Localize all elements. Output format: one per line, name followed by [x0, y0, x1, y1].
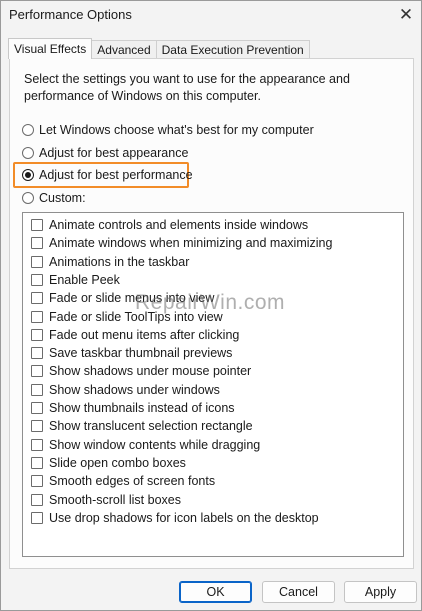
effect-label: Show shadows under windows — [49, 382, 220, 397]
effect-label: Show translucent selection rectangle — [49, 419, 253, 434]
effect-item[interactable]: Animate windows when minimizing and maxi… — [31, 234, 332, 252]
checkbox[interactable] — [31, 475, 43, 488]
effect-item[interactable]: Show window contents while dragging — [31, 436, 260, 454]
effect-label: Show window contents while dragging — [49, 437, 261, 452]
effect-label: Animate controls and elements inside win… — [49, 218, 309, 232]
tab-strip: Visual Effects Advanced Data Execution P… — [8, 38, 310, 59]
checkbox[interactable] — [31, 237, 43, 250]
radio-button-selected[interactable] — [22, 169, 34, 181]
checkbox[interactable] — [31, 347, 43, 360]
effect-item[interactable]: Animate controls and elements inside win… — [31, 216, 308, 234]
ok-button[interactable]: OK — [179, 581, 252, 603]
effect-item[interactable]: Show shadows under mouse pointer — [31, 362, 251, 380]
close-icon: ✕ — [398, 5, 414, 24]
effect-label: Show thumbnails instead of icons — [49, 401, 235, 415]
effect-item[interactable]: Use drop shadows for icon labels on the … — [31, 509, 319, 527]
window-title: Performance Options — [9, 7, 132, 22]
checkbox[interactable] — [31, 511, 43, 524]
radio-custom[interactable]: Custom: — [22, 189, 86, 207]
radio-button[interactable] — [22, 124, 34, 136]
effect-item[interactable]: Animations in the taskbar — [31, 253, 189, 271]
radio-let-windows-choose[interactable]: Let Windows choose what's best for my co… — [22, 121, 314, 139]
checkbox[interactable] — [31, 219, 43, 231]
effect-label: Smooth-scroll list boxes — [49, 492, 181, 507]
effect-item[interactable]: Slide open combo boxes — [31, 454, 186, 472]
radio-label: Let Windows choose what's best for my co… — [39, 123, 314, 137]
effect-item[interactable]: Show translucent selection rectangle — [31, 417, 253, 435]
radio-label: Custom: — [39, 191, 86, 205]
effect-label: Enable Peek — [49, 272, 120, 287]
effect-label: Save taskbar thumbnail previews — [49, 346, 233, 361]
effect-label: Fade or slide ToolTips into view — [49, 309, 223, 324]
effect-item[interactable]: Fade or slide ToolTips into view — [31, 308, 223, 326]
effect-item[interactable]: Fade or slide menus into view — [31, 289, 214, 307]
close-button[interactable]: ✕ — [391, 1, 421, 29]
tab-data-execution-prevention[interactable]: Data Execution Prevention — [155, 40, 310, 59]
cancel-button[interactable]: Cancel — [262, 581, 335, 603]
performance-options-window: Performance Options ✕ Visual Effects Adv… — [0, 0, 422, 611]
effect-label: Animate windows when minimizing and maxi… — [49, 236, 333, 251]
checkbox[interactable] — [31, 402, 43, 414]
effect-item[interactable]: Enable Peek — [31, 271, 120, 289]
description-text: Select the settings you want to use for … — [24, 72, 350, 103]
effect-item[interactable]: Fade out menu items after clicking — [31, 326, 239, 344]
tab-visual-effects[interactable]: Visual Effects — [8, 38, 93, 59]
effect-item[interactable]: Save taskbar thumbnail previews — [31, 344, 232, 362]
checkbox[interactable] — [31, 328, 43, 341]
checkbox[interactable] — [31, 365, 43, 378]
checkbox[interactable] — [31, 438, 43, 451]
radio-best-performance[interactable]: Adjust for best performance — [22, 166, 193, 184]
checkbox[interactable] — [31, 493, 43, 506]
checkbox[interactable] — [31, 292, 43, 305]
effect-label: Use drop shadows for icon labels on the … — [49, 510, 319, 525]
visual-effects-panel: Select the settings you want to use for … — [9, 58, 414, 569]
title-bar: Performance Options ✕ — [1, 1, 421, 29]
radio-label: Adjust for best appearance — [39, 146, 189, 160]
tab-advanced[interactable]: Advanced — [91, 40, 157, 59]
apply-button[interactable]: Apply — [344, 581, 417, 603]
radio-button[interactable] — [22, 192, 34, 204]
effect-item[interactable]: Show shadows under windows — [31, 381, 220, 399]
effect-label: Show shadows under mouse pointer — [49, 364, 252, 379]
checkbox[interactable] — [31, 383, 43, 396]
effects-listbox[interactable]: Animate controls and elements inside win… — [22, 212, 404, 557]
effect-label: Slide open combo boxes — [49, 455, 186, 470]
checkbox[interactable] — [31, 310, 43, 323]
radio-button[interactable] — [22, 147, 34, 159]
effect-label: Fade out menu items after clicking — [49, 327, 240, 342]
effect-label: Fade or slide menus into view — [49, 291, 215, 306]
checkbox[interactable] — [31, 255, 43, 268]
effect-item[interactable]: Show thumbnails instead of icons — [31, 399, 235, 417]
checkbox[interactable] — [31, 273, 43, 286]
effect-item[interactable]: Smooth-scroll list boxes — [31, 491, 181, 509]
radio-label: Adjust for best performance — [39, 168, 193, 182]
effect-item[interactable]: Smooth edges of screen fonts — [31, 472, 215, 490]
effect-label: Smooth edges of screen fonts — [49, 474, 216, 489]
effect-label: Animations in the taskbar — [49, 254, 190, 269]
checkbox[interactable] — [31, 456, 43, 469]
radio-best-appearance[interactable]: Adjust for best appearance — [22, 144, 188, 162]
checkbox[interactable] — [31, 420, 43, 433]
